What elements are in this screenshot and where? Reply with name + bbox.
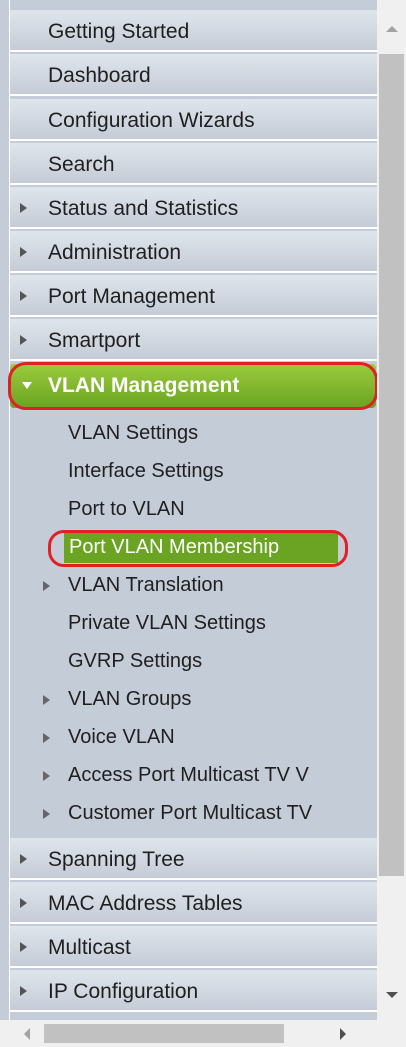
nav-item-multicast[interactable]: Multicast (10, 926, 377, 968)
vertical-scrollbar[interactable] (377, 0, 406, 1020)
caret-right-icon (43, 771, 50, 781)
subnav-item-label: GVRP Settings (68, 650, 203, 672)
caret-right-icon (20, 247, 27, 257)
nav-item-mac-address-tables[interactable]: MAC Address Tables (10, 882, 377, 924)
nav-item-dashboard[interactable]: Dashboard (10, 54, 377, 96)
subnav-item-label: Interface Settings (68, 460, 224, 482)
scroll-left-arrow-icon[interactable] (24, 1028, 30, 1040)
subnav-item-gvrp-settings[interactable]: GVRP Settings (10, 643, 377, 681)
highlight-ring (48, 530, 348, 567)
scroll-down-arrow-icon[interactable] (386, 992, 398, 998)
caret-right-icon (43, 733, 50, 743)
nav-item-label: Dashboard (48, 64, 151, 87)
subnav-item-label: VLAN Groups (68, 688, 192, 710)
nav-item-ip-configuration[interactable]: IP Configuration (10, 970, 377, 1012)
subnav-item-label: Voice VLAN (68, 726, 175, 748)
nav-item-label: MAC Address Tables (48, 892, 243, 915)
subnav-item-label: Customer Port Multicast TV (68, 802, 313, 824)
caret-right-icon (20, 291, 27, 301)
subnav-item-access-port-multicast-tv-vlan[interactable]: Access Port Multicast TV V (10, 757, 377, 795)
nav-item-spanning-tree[interactable]: Spanning Tree (10, 838, 377, 880)
subnav-item-port-to-vlan[interactable]: Port to VLAN (10, 491, 377, 529)
nav-item-search[interactable]: Search (10, 143, 377, 185)
nav-item-label: Smartport (48, 329, 141, 352)
subnav-item-customer-port-multicast-tv-vlan[interactable]: Customer Port Multicast TV (10, 795, 377, 833)
nav-item-label: Getting Started (48, 20, 190, 43)
nav-item-label: Configuration Wizards (48, 109, 255, 132)
caret-right-icon (20, 854, 27, 864)
nav-item-label: Multicast (48, 936, 131, 959)
caret-right-icon (20, 942, 27, 952)
nav-item-label: Status and Statistics (48, 197, 239, 220)
subnav-item-label: Private VLAN Settings (68, 612, 266, 634)
scroll-right-arrow-icon[interactable] (340, 1028, 346, 1040)
nav-item-label: IP Configuration (48, 980, 199, 1003)
subnav-item-private-vlan-settings[interactable]: Private VLAN Settings (10, 605, 377, 643)
caret-right-icon (43, 695, 50, 705)
nav-item-label: Port Management (48, 285, 215, 308)
horizontal-scrollbar[interactable] (0, 1020, 377, 1047)
subnav-item-interface-settings[interactable]: Interface Settings (10, 453, 377, 491)
caret-right-icon (20, 203, 27, 213)
caret-right-icon (20, 335, 27, 345)
nav-item-label: Spanning Tree (48, 848, 185, 871)
nav-item-configuration-wizards[interactable]: Configuration Wizards (10, 99, 377, 141)
nav-item-getting-started[interactable]: Getting Started (10, 10, 377, 52)
caret-right-icon (43, 809, 50, 819)
navigation-tree: Getting Started Dashboard Configuration … (0, 0, 377, 1020)
scrollbar-corner (377, 1020, 406, 1047)
caret-right-icon (43, 581, 50, 591)
nav-item-label: Search (48, 153, 115, 176)
nav-item-port-management[interactable]: Port Management (10, 275, 377, 317)
subnav-item-vlan-groups[interactable]: VLAN Groups (10, 681, 377, 719)
subnav-item-label: Access Port Multicast TV V (68, 764, 309, 786)
subnav-item-voice-vlan[interactable]: Voice VLAN (10, 719, 377, 757)
subnav-item-label: VLAN Translation (68, 574, 224, 596)
vertical-scroll-thumb[interactable] (379, 54, 404, 876)
horizontal-scroll-thumb[interactable] (44, 1024, 284, 1043)
nav-item-label: Administration (48, 241, 182, 264)
subnav-item-vlan-translation[interactable]: VLAN Translation (10, 567, 377, 605)
highlight-ring (8, 362, 377, 410)
subnav-item-vlan-settings[interactable]: VLAN Settings (10, 415, 377, 453)
subnav-item-label: Port to VLAN (68, 498, 185, 520)
subnav-item-label: VLAN Settings (68, 422, 199, 444)
nav-item-smartport[interactable]: Smartport (10, 319, 377, 361)
scroll-up-arrow-icon[interactable] (386, 26, 398, 32)
nav-item-administration[interactable]: Administration (10, 231, 377, 273)
caret-right-icon (20, 986, 27, 996)
nav-item-status-and-statistics[interactable]: Status and Statistics (10, 187, 377, 229)
caret-right-icon (20, 898, 27, 908)
